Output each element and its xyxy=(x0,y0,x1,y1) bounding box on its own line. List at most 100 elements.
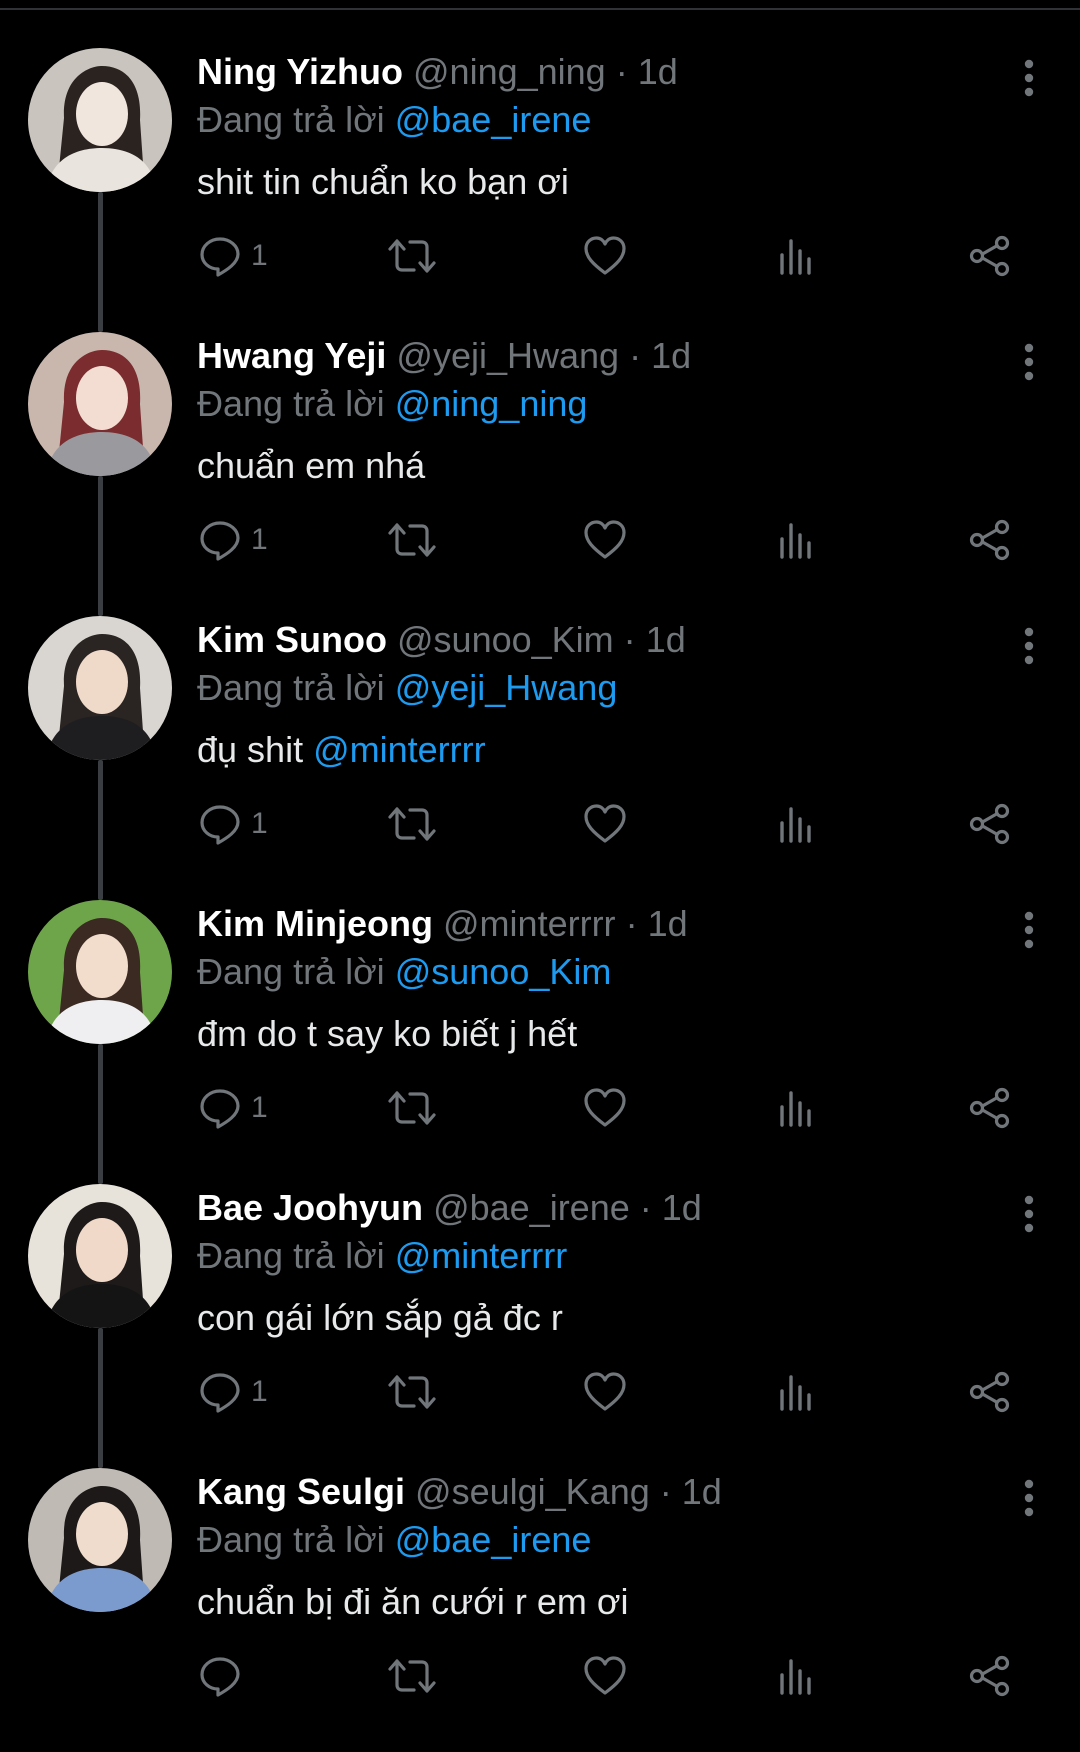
tweet-text: shit tin chuẩn ko bạn ơi xyxy=(197,160,569,204)
more-options-icon[interactable] xyxy=(1009,1192,1049,1236)
action-bar: 1 xyxy=(197,1362,1027,1422)
views-button[interactable] xyxy=(777,510,817,570)
avatar[interactable] xyxy=(28,48,172,192)
action-bar: 1 xyxy=(197,1078,1027,1138)
reply-icon xyxy=(200,1089,240,1129)
timestamp[interactable]: 1d xyxy=(646,619,686,660)
action-bar: 1 xyxy=(197,794,1027,854)
share-button[interactable] xyxy=(967,510,1013,570)
user-handle[interactable]: @ning_ning xyxy=(413,51,606,92)
reply-count: 1 xyxy=(251,523,268,556)
user-handle[interactable]: @seulgi_Kang xyxy=(415,1471,650,1512)
views-button[interactable] xyxy=(777,1362,817,1422)
user-handle[interactable]: @bae_irene xyxy=(433,1187,630,1228)
views-button[interactable] xyxy=(777,1078,817,1138)
display-name[interactable]: Bae Joohyun xyxy=(197,1187,423,1228)
timestamp[interactable]: 1d xyxy=(638,51,678,92)
separator-dot: · xyxy=(629,335,642,376)
heart-icon xyxy=(584,236,626,275)
action-bar: 1 xyxy=(197,226,1027,286)
reply-tweet[interactable]: Kang Seulgi @seulgi_Kang · 1d Đang trả l… xyxy=(0,1468,1080,1752)
display-name[interactable]: Kim Sunoo xyxy=(197,619,387,660)
views-button[interactable] xyxy=(777,794,817,854)
retweet-button[interactable] xyxy=(387,226,437,286)
display-name[interactable]: Hwang Yeji xyxy=(197,335,386,376)
retweet-button[interactable] xyxy=(387,1078,437,1138)
views-button[interactable] xyxy=(777,1646,817,1706)
replying-to-mention[interactable]: @yeji_Hwang xyxy=(395,667,618,708)
reply-button[interactable]: 1 xyxy=(197,794,268,854)
analytics-icon xyxy=(780,523,811,559)
share-button[interactable] xyxy=(967,1646,1013,1706)
tweet-header: Kim Sunoo @sunoo_Kim · 1d xyxy=(197,618,686,662)
separator-dot: · xyxy=(659,1471,672,1512)
reply-button[interactable]: 1 xyxy=(197,1078,268,1138)
more-options-icon[interactable] xyxy=(1009,56,1049,100)
replying-to-label: Đang trả lời xyxy=(197,383,385,424)
reply-tweet[interactable]: Bae Joohyun @bae_irene · 1d Đang trả lời… xyxy=(0,1184,1080,1468)
retweet-button[interactable] xyxy=(387,510,437,570)
reply-icon xyxy=(200,521,240,561)
timestamp[interactable]: 1d xyxy=(662,1187,702,1228)
reply-button[interactable]: 1 xyxy=(197,1362,268,1422)
tweet-text-mention[interactable]: @minterrrr xyxy=(313,729,486,770)
retweet-button[interactable] xyxy=(387,1362,437,1422)
reply-tweet[interactable]: Kim Minjeong @minterrrr · 1d Đang trả lờ… xyxy=(0,900,1080,1184)
avatar[interactable] xyxy=(28,616,172,760)
retweet-icon xyxy=(388,807,436,841)
like-button[interactable] xyxy=(582,510,628,570)
action-bar xyxy=(197,1646,1027,1706)
action-bar: 1 xyxy=(197,510,1027,570)
top-divider xyxy=(0,0,1080,10)
share-icon xyxy=(969,1655,1010,1697)
retweet-button[interactable] xyxy=(387,794,437,854)
share-button[interactable] xyxy=(967,1362,1013,1422)
display-name[interactable]: Ning Yizhuo xyxy=(197,51,403,92)
timestamp[interactable]: 1d xyxy=(648,903,688,944)
reply-tweet[interactable]: Hwang Yeji @yeji_Hwang · 1d Đang trả lời… xyxy=(0,332,1080,616)
views-button[interactable] xyxy=(777,226,817,286)
more-options-icon[interactable] xyxy=(1009,624,1049,668)
reply-tweet[interactable]: Kim Sunoo @sunoo_Kim · 1d Đang trả lời @… xyxy=(0,616,1080,900)
replying-to-mention[interactable]: @ning_ning xyxy=(395,383,588,424)
replying-to-label: Đang trả lời xyxy=(197,99,385,140)
tweet-text-content: đụ shit xyxy=(197,729,304,770)
reply-button[interactable]: 1 xyxy=(197,510,268,570)
avatar[interactable] xyxy=(28,900,172,1044)
like-button[interactable] xyxy=(582,226,628,286)
display-name[interactable]: Kim Minjeong xyxy=(197,903,433,944)
more-options-icon[interactable] xyxy=(1009,1476,1049,1520)
timestamp[interactable]: 1d xyxy=(651,335,691,376)
analytics-icon xyxy=(780,1659,811,1695)
avatar[interactable] xyxy=(28,1468,172,1612)
avatar[interactable] xyxy=(28,332,172,476)
more-options-icon[interactable] xyxy=(1009,908,1049,952)
more-options-icon[interactable] xyxy=(1009,340,1049,384)
replying-to-mention[interactable]: @minterrrr xyxy=(395,1235,568,1276)
share-button[interactable] xyxy=(967,226,1013,286)
retweet-icon xyxy=(388,1375,436,1409)
reply-tweet[interactable]: Ning Yizhuo @ning_ning · 1d Đang trả lời… xyxy=(0,48,1080,332)
user-handle[interactable]: @yeji_Hwang xyxy=(396,335,619,376)
avatar[interactable] xyxy=(28,1184,172,1328)
replying-to-mention[interactable]: @sunoo_Kim xyxy=(395,951,612,992)
share-button[interactable] xyxy=(967,1078,1013,1138)
user-handle[interactable]: @sunoo_Kim xyxy=(397,619,614,660)
like-button[interactable] xyxy=(582,1078,628,1138)
reply-button[interactable]: 1 xyxy=(197,226,268,286)
replying-to-mention[interactable]: @bae_irene xyxy=(395,1519,592,1560)
like-button[interactable] xyxy=(582,794,628,854)
retweet-button[interactable] xyxy=(387,1646,437,1706)
retweet-icon xyxy=(388,239,436,273)
reply-icon xyxy=(200,1373,240,1413)
reply-count: 1 xyxy=(251,1375,268,1408)
reply-button[interactable] xyxy=(197,1646,243,1706)
share-button[interactable] xyxy=(967,794,1013,854)
tweet-text-content: đm do t say ko biết j hết xyxy=(197,1013,578,1054)
timestamp[interactable]: 1d xyxy=(682,1471,722,1512)
user-handle[interactable]: @minterrrr xyxy=(443,903,616,944)
display-name[interactable]: Kang Seulgi xyxy=(197,1471,405,1512)
like-button[interactable] xyxy=(582,1646,628,1706)
replying-to-mention[interactable]: @bae_irene xyxy=(395,99,592,140)
like-button[interactable] xyxy=(582,1362,628,1422)
